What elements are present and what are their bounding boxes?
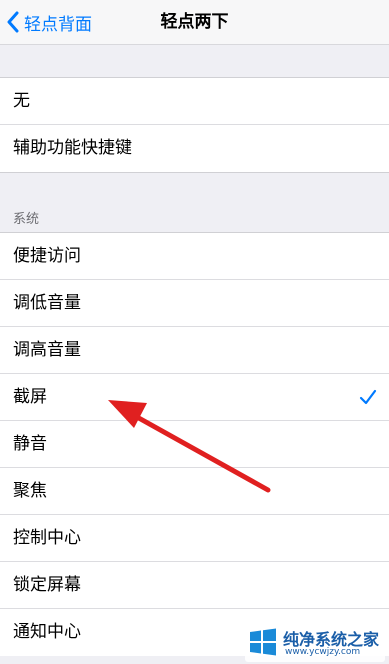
option-label: 截屏 xyxy=(13,387,47,407)
navigation-bar: 轻点背面 轻点两下 xyxy=(0,0,389,45)
option-label: 便捷访问 xyxy=(13,246,81,266)
watermark-url: www.ycwjzy.com xyxy=(285,647,361,657)
option-control-center[interactable]: 控制中心 xyxy=(0,515,389,562)
checkmark-icon xyxy=(359,389,377,405)
option-mute[interactable]: 静音 xyxy=(0,421,389,468)
option-label: 控制中心 xyxy=(13,528,81,548)
option-label: 调高音量 xyxy=(13,340,81,360)
option-accessibility-shortcut[interactable]: 辅助功能快捷键 xyxy=(0,125,389,172)
windows-logo-icon xyxy=(250,628,276,656)
back-label: 轻点背面 xyxy=(24,14,92,35)
option-volume-up[interactable]: 调高音量 xyxy=(0,327,389,374)
option-label: 通知中心 xyxy=(13,622,81,642)
system-options-group: 便捷访问 调低音量 调高音量 截屏 静音 聚焦 控制中心 锁定屏幕 通知中心 xyxy=(0,233,389,656)
option-label: 锁定屏幕 xyxy=(13,575,81,595)
option-label: 无 xyxy=(13,91,30,111)
option-volume-down[interactable]: 调低音量 xyxy=(0,280,389,327)
option-label: 调低音量 xyxy=(13,293,81,313)
chevron-left-icon xyxy=(7,11,19,33)
back-button[interactable]: 轻点背面 xyxy=(6,8,92,36)
option-label: 辅助功能快捷键 xyxy=(13,138,132,158)
section-header-system: 系统 xyxy=(13,212,40,227)
option-screenshot[interactable]: 截屏 xyxy=(0,374,389,421)
option-reachability[interactable]: 便捷访问 xyxy=(0,233,389,280)
option-none[interactable]: 无 xyxy=(0,78,389,125)
option-lock-screen[interactable]: 锁定屏幕 xyxy=(0,562,389,609)
watermark: 纯净系统之家 www.ycwjzy.com xyxy=(245,622,385,662)
option-focus[interactable]: 聚焦 xyxy=(0,468,389,515)
divider xyxy=(0,172,389,173)
option-label: 静音 xyxy=(13,434,47,454)
option-label: 聚焦 xyxy=(13,481,47,501)
top-options-group: 无 辅助功能快捷键 xyxy=(0,78,389,172)
